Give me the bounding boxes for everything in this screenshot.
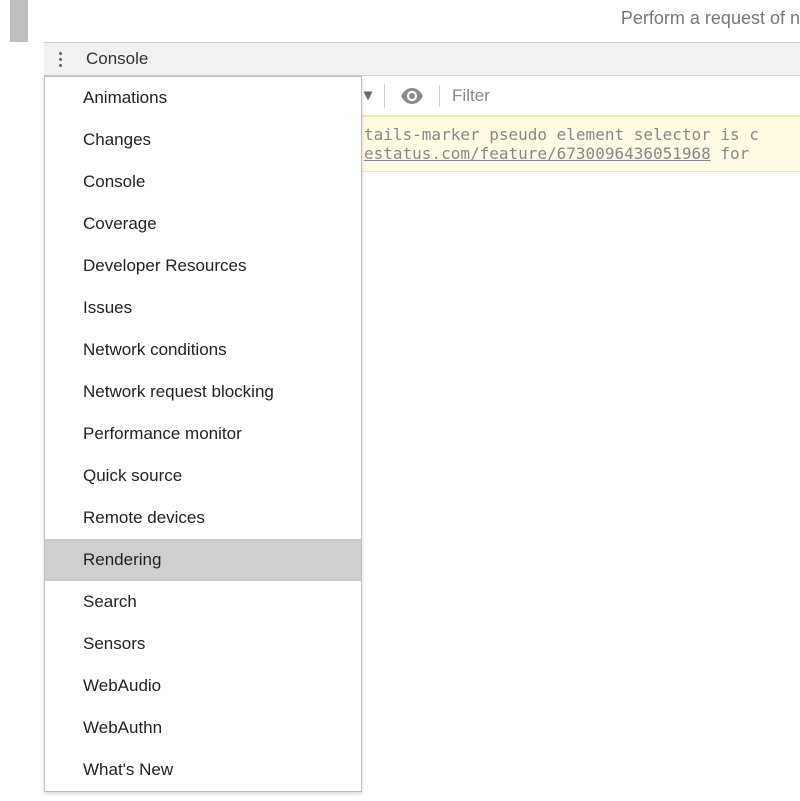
more-tools-menu: AnimationsChangesConsoleCoverageDevelope… bbox=[44, 76, 362, 792]
menu-item-rendering[interactable]: Rendering bbox=[45, 539, 361, 581]
menu-item-network-request-blocking[interactable]: Network request blocking bbox=[45, 371, 361, 413]
filter-input[interactable] bbox=[444, 82, 800, 110]
warning-text-line2-suffix: for bbox=[711, 144, 759, 163]
menu-item-webauthn[interactable]: WebAuthn bbox=[45, 707, 361, 749]
toolbar-divider bbox=[439, 85, 440, 107]
tab-console[interactable]: Console bbox=[70, 49, 164, 69]
eye-icon[interactable] bbox=[385, 88, 439, 104]
menu-item-webaudio[interactable]: WebAudio bbox=[45, 665, 361, 707]
menu-item-what-s-new[interactable]: What's New bbox=[45, 749, 361, 791]
warning-text-line1: tails-marker pseudo element selector is … bbox=[364, 125, 759, 144]
kebab-menu-icon[interactable] bbox=[52, 46, 70, 73]
console-toolbar: ▾ bbox=[360, 76, 800, 116]
menu-item-coverage[interactable]: Coverage bbox=[45, 203, 361, 245]
menu-item-quick-source[interactable]: Quick source bbox=[45, 455, 361, 497]
menu-item-network-conditions[interactable]: Network conditions bbox=[45, 329, 361, 371]
menu-item-changes[interactable]: Changes bbox=[45, 119, 361, 161]
scroll-thumb[interactable] bbox=[10, 0, 28, 42]
funnel-icon[interactable]: ▾ bbox=[360, 84, 385, 108]
menu-item-performance-monitor[interactable]: Performance monitor bbox=[45, 413, 361, 455]
drawer-tab-bar: Console bbox=[44, 42, 800, 76]
menu-item-sensors[interactable]: Sensors bbox=[45, 623, 361, 665]
menu-item-remote-devices[interactable]: Remote devices bbox=[45, 497, 361, 539]
menu-item-animations[interactable]: Animations bbox=[45, 77, 361, 119]
menu-item-issues[interactable]: Issues bbox=[45, 287, 361, 329]
menu-item-console[interactable]: Console bbox=[45, 161, 361, 203]
warning-link[interactable]: estatus.com/feature/6730096436051968 bbox=[364, 144, 711, 163]
menu-item-search[interactable]: Search bbox=[45, 581, 361, 623]
upper-content-fragment: Perform a request of n bbox=[621, 8, 800, 29]
menu-item-developer-resources[interactable]: Developer Resources bbox=[45, 245, 361, 287]
